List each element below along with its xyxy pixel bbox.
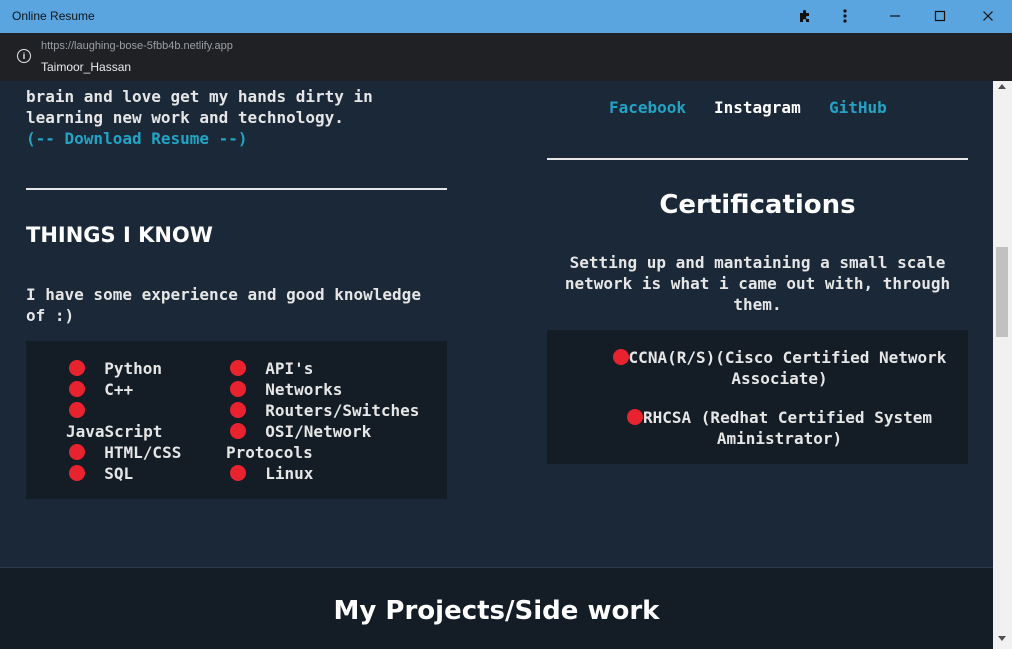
skill-item: Routers/Switches	[230, 400, 430, 421]
facebook-link[interactable]: Facebook	[609, 98, 686, 117]
skill-item: Python	[69, 358, 169, 379]
certifications-intro: Setting up and mantaining a small scale …	[564, 253, 951, 314]
instagram-link[interactable]: Instagram	[714, 98, 801, 117]
section-divider	[26, 188, 447, 190]
skill-item: C++	[69, 379, 169, 400]
skill-item: Linux	[230, 463, 430, 484]
extensions-icon[interactable]	[792, 4, 818, 28]
window-titlebar: Online Resume	[0, 0, 1012, 33]
scroll-down-icon[interactable]	[998, 636, 1006, 641]
page-content: brain and love get my hands dirty in lea…	[0, 81, 993, 649]
section-divider	[547, 158, 968, 160]
certifications-heading: Certifications	[659, 190, 856, 220]
bullet-icon	[230, 360, 246, 376]
download-resume-link[interactable]: (-- Download Resume --)	[26, 128, 446, 149]
skill-item: API's	[230, 358, 430, 379]
site-info-icon[interactable]: i	[17, 49, 31, 63]
url-text[interactable]: https://laughing-bose-5fbb4b.netlify.app	[41, 40, 233, 52]
skill-item: SQL	[69, 463, 169, 484]
bullet-icon	[230, 402, 246, 418]
certifications-box: CCNA(R/S)(Cisco Certified Network Associ…	[547, 330, 968, 464]
window-title: Online Resume	[12, 9, 95, 23]
skills-heading: THINGS I KNOW	[26, 223, 213, 247]
bullet-icon	[69, 465, 85, 481]
about-text: brain and love get my hands dirty in lea…	[26, 86, 446, 149]
scroll-thumb[interactable]	[996, 247, 1008, 337]
bullet-icon	[69, 402, 85, 418]
bullet-icon	[230, 423, 246, 439]
about-line-1: brain and love get my hands dirty in	[26, 87, 373, 106]
minimize-icon[interactable]	[882, 4, 908, 28]
skills-intro: I have some experience and good knowledg…	[26, 285, 421, 325]
projects-heading: My Projects/Side work	[333, 596, 660, 626]
bullet-icon	[230, 465, 246, 481]
site-name: Taimoor_Hassan	[41, 60, 132, 74]
skill-item: OSI/Network Protocols	[226, 422, 372, 462]
skill-item: HTML/CSS	[69, 442, 189, 463]
bullet-icon	[612, 349, 629, 365]
bullet-icon	[69, 444, 85, 460]
bullet-icon	[627, 409, 643, 425]
projects-section: My Projects/Side work	[0, 567, 993, 649]
scroll-up-icon[interactable]	[998, 84, 1006, 89]
address-bar: i https://laughing-bose-5fbb4b.netlify.a…	[0, 33, 1012, 81]
certification-item: CCNA(R/S)(Cisco Certified Network Associ…	[607, 347, 952, 389]
skill-item: JavaScript	[66, 400, 166, 442]
bullet-icon	[230, 381, 246, 397]
github-link[interactable]: GitHub	[829, 98, 887, 117]
close-icon[interactable]	[975, 4, 1001, 28]
about-line-2: learning new work and technology.	[26, 108, 344, 127]
skill-item: Networks	[230, 379, 430, 400]
certification-item: RHCSA (Redhat Certified System Aministra…	[607, 407, 952, 449]
skills-box: Python C++ JavaScript HTML/CSS SQL API's…	[26, 341, 447, 499]
bullet-icon	[69, 360, 85, 376]
scrollbar[interactable]	[993, 81, 1012, 649]
more-options-icon[interactable]	[832, 4, 858, 28]
bullet-icon	[69, 381, 85, 397]
maximize-icon[interactable]	[927, 4, 953, 28]
